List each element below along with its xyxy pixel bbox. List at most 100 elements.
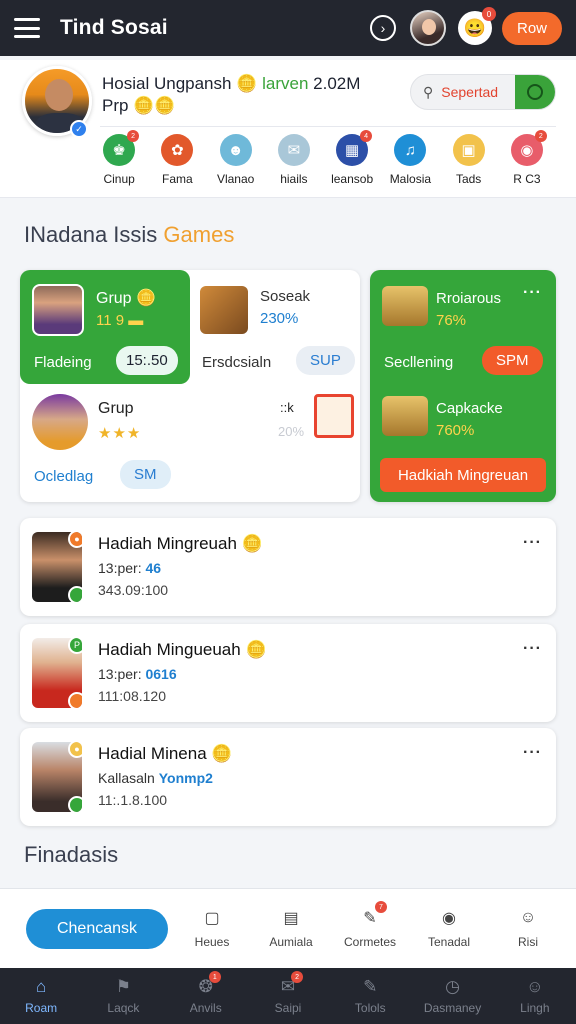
list-title: Hadiah Minguеuah 🪙 (98, 640, 267, 660)
category-item[interactable]: ◉ 2 R C3 (498, 130, 556, 186)
category-item[interactable]: ♚ 2 Cinup (90, 130, 148, 186)
verified-icon: ✓ (70, 120, 88, 138)
search-input[interactable]: Sepertad (441, 84, 515, 100)
category-label: hiails (280, 172, 308, 186)
list-number: 11:.1.8.100 (98, 792, 168, 808)
list-title-text: Hadial Minena (98, 744, 207, 763)
list-thumbnail: P (32, 638, 82, 708)
status-badge: ● (68, 742, 82, 758)
category-item[interactable]: ☻ Vlanao (207, 134, 265, 186)
fruit-icon: ◉ 2 (510, 130, 547, 166)
profile-subline-text: Prp (102, 96, 129, 115)
footer-section-title: Finadasis (24, 842, 119, 867)
list-number: 111:08.120 (98, 688, 166, 704)
action-item[interactable]: ✎ 7 Cormetes (332, 901, 408, 949)
list-item[interactable]: ● Hadiah Mingreuah 🪙 13:per: 46 343.09:1… (20, 518, 556, 616)
coin-icon: 🪙 (245, 640, 267, 659)
category-item[interactable]: ✿ Fama (148, 134, 206, 186)
reward-claim-button[interactable]: Hadkiah Mingreuan (380, 458, 546, 492)
sm-button[interactable]: SM (120, 460, 171, 489)
tile-name-text: Grup (96, 290, 132, 307)
action-label: Tenadal (427, 935, 471, 949)
action-bar: Chencansk ▢ Heues ▤ Aumiala ✎ 7 Cormetes ◉ Tenad… (0, 888, 576, 968)
game-name: Soseak (260, 288, 311, 305)
coin-icon: 🪙 (211, 744, 233, 763)
action-item[interactable]: ◉ Tenadal (411, 907, 487, 949)
user-search-icon: ⚲ (423, 83, 434, 100)
row-button[interactable]: Row (501, 11, 562, 45)
action-item[interactable]: ☺ Risi (490, 907, 566, 949)
chest-icon (200, 286, 248, 334)
search-go-button[interactable] (515, 75, 555, 109)
coin-avatar-icon[interactable]: 😀 0 (457, 7, 496, 45)
action-item[interactable]: ▢ Heues (174, 907, 250, 949)
category-item[interactable]: ✉ hiails (265, 134, 323, 186)
games-grid-card: Grup 🪙 11 9 ▬ Fladeing 15:.50 Soseak 230… (20, 270, 360, 502)
rating-stars: ★★★ (98, 425, 142, 442)
bookmark-icon: ⚑ (115, 977, 132, 996)
basket-icon: ♚ 2 (103, 130, 140, 166)
category-label: Tads (455, 172, 482, 186)
list-title-text: Hadiah Minguеuah (98, 640, 241, 659)
coins-icon: 🪙🪙 (133, 96, 176, 115)
nav-item[interactable]: ◷ Dasmaney (411, 968, 493, 1024)
more-icon[interactable]: ··· (523, 640, 542, 658)
user-avatar[interactable] (409, 10, 446, 46)
nav-item[interactable]: ☺ Lingh (494, 968, 576, 1024)
category-item[interactable]: ▣ Tads (440, 134, 498, 186)
notification-badge: 2 (127, 130, 140, 142)
game-meta: ::k (280, 400, 294, 415)
game-thumbnail (32, 394, 88, 450)
list-title-text: Hadiah Mingreuah (98, 534, 237, 553)
treasure-icon (382, 286, 428, 326)
status-badge: P (68, 638, 82, 654)
profile-headline: Hosial Ungpansh 🪙 larven 2.02M (102, 74, 360, 94)
game-value: 230% (260, 310, 299, 327)
more-icon[interactable]: ··· (523, 284, 542, 302)
document-icon[interactable] (314, 394, 354, 438)
coin-icon: 🪙 (236, 74, 258, 93)
notification-badge: 1 (208, 971, 221, 983)
nav-label: Anvils (189, 1001, 222, 1015)
forward-icon[interactable]: › (369, 15, 396, 41)
tile-value-text: 11 9 (96, 312, 125, 329)
list-item[interactable]: P Hadiah Minguеuah 🪙 13:per: 0616 111:08… (20, 624, 556, 722)
profile-value: 2.02M (313, 74, 361, 93)
game-tile-grup[interactable]: Grup 🪙 11 9 ▬ Fladeing 15:.50 (20, 270, 190, 384)
action-item[interactable]: ▤ Aumiala (253, 907, 329, 949)
more-icon[interactable]: ··· (523, 744, 542, 762)
notification-badge: 2 (291, 971, 304, 983)
time-pill[interactable]: 15:.50 (116, 346, 178, 375)
tile-label: Fladeing (34, 354, 92, 371)
nav-item[interactable]: ✉ 2 Saipi (247, 968, 329, 1024)
coin-icon: 🪙 (136, 290, 156, 307)
nav-label: Roam (25, 1001, 58, 1015)
menu-icon[interactable] (14, 18, 40, 38)
category-item[interactable]: ♫ Malosia (381, 134, 439, 186)
rewards-card: Rroiarous 76% ··· Secllening SPM Capkack… (370, 270, 556, 502)
nav-item[interactable]: ⌂ Roam (0, 968, 82, 1024)
chat-icon: ✉ 2 (281, 971, 304, 997)
nav-item[interactable]: ⚑ Laqck (82, 968, 164, 1024)
reward-value: 76% (436, 312, 467, 329)
status-badge (68, 796, 82, 812)
nav-label: Laqck (107, 1001, 140, 1015)
search-bar[interactable]: ⚲ Sepertad (410, 74, 556, 110)
frame-icon: ▣ (452, 134, 485, 166)
primary-cta-button[interactable]: Chencansk (26, 909, 168, 949)
sup-button[interactable]: SUP (296, 346, 355, 375)
home-icon: ⌂ (36, 977, 47, 996)
nav-item[interactable]: ✎ Tolols (329, 968, 411, 1024)
category-item[interactable]: ▦ 4 leansob (323, 130, 381, 186)
spm-button[interactable]: SPM (482, 346, 543, 375)
action-label: Aumiala (269, 935, 313, 949)
nav-item[interactable]: ❂ 1 Anvils (165, 968, 247, 1024)
list-item[interactable]: ● Hadial Minena 🪙 Kallasaln Yonmp2 11:.1… (20, 728, 556, 826)
music-icon: ♫ (394, 134, 427, 166)
person-icon: ☻ (219, 134, 252, 166)
app-title: Tind Sosai (60, 16, 168, 39)
chat-icon: ✉ (277, 134, 310, 166)
profile-name: Hosial Ungpansh (102, 74, 232, 93)
more-icon[interactable]: ··· (523, 534, 542, 552)
calendar-icon: ▤ (283, 910, 299, 927)
